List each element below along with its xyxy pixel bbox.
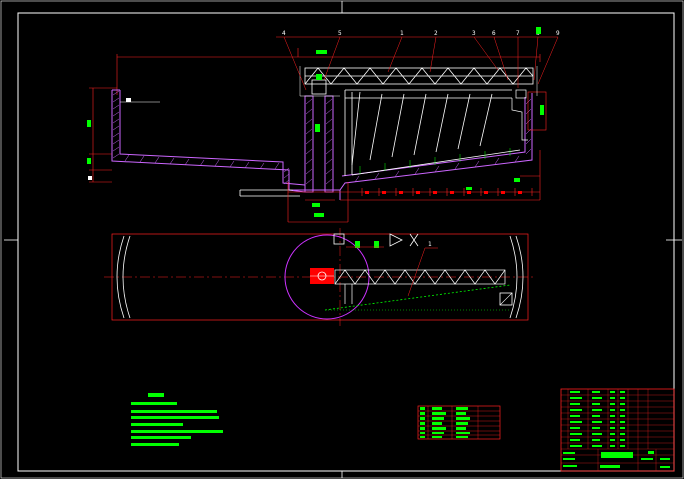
effluent-trough [511, 89, 528, 141]
part-number-1: 1 [400, 30, 404, 37]
part-number-labels: 4 5 1 2 3 6 7 8 9 [282, 30, 560, 37]
part-number-4: 4 [282, 30, 286, 37]
tank-wall-right [339, 93, 533, 191]
bottom-dimension-chain [287, 150, 541, 223]
bottom-dim-ticks [365, 191, 522, 194]
plan-part-label: 1 [428, 241, 432, 248]
scraper-arm [344, 89, 521, 176]
section-view: 4 5 1 2 3 6 7 8 9 [87, 27, 560, 223]
left-dim-marker [88, 176, 92, 180]
plan-bridge [334, 269, 506, 304]
tank-wall-left-hatch [112, 90, 290, 185]
bottom-dim-text-1 [312, 203, 320, 207]
part-number-2: 2 [434, 30, 438, 37]
sheet-border [0, 0, 684, 479]
trough-annotation-text [540, 105, 544, 115]
center-column-label [315, 124, 320, 132]
right-dim-text [514, 178, 520, 182]
title-block [560, 388, 675, 472]
plan-scraper-diagonal [324, 284, 511, 311]
part-leaders [276, 36, 559, 91]
truss-posts [299, 66, 538, 97]
part-number-6: 6 [492, 30, 496, 37]
notes-line-4 [131, 423, 183, 426]
part-number-9: 9 [556, 30, 560, 37]
notes-line-5 [131, 430, 223, 433]
center-column-hatch [305, 98, 333, 185]
notes-line-1 [131, 402, 177, 405]
part-number-5: 5 [338, 30, 342, 37]
notes-heading [148, 393, 164, 397]
parts-list-table [417, 405, 501, 440]
drawing-frame [17, 12, 675, 472]
cad-drawing-canvas: 4 5 1 2 3 6 7 8 9 [0, 0, 684, 479]
notes-line-6 [131, 436, 191, 439]
notes-line-7 [131, 443, 179, 446]
overall-dimension-text [316, 50, 327, 54]
left-dim-text-1 [87, 120, 91, 127]
part-number-3: 3 [472, 30, 476, 37]
section-arrow-icon [389, 233, 403, 247]
plan-end-box-diagonal [499, 292, 513, 306]
frame-center-ticks [4, 1, 682, 478]
left-vertical-dimensions [89, 87, 117, 183]
notes-line-3 [131, 416, 219, 419]
plan-center-drive [310, 268, 334, 284]
cross-mark-icon [409, 233, 419, 247]
bottom-dim-text-2 [314, 213, 324, 217]
part-8-highlight [536, 27, 541, 34]
left-dim-text-2 [87, 158, 91, 164]
tank-wall-left [111, 89, 306, 193]
technical-notes [131, 393, 223, 446]
plan-leader-1 [407, 247, 426, 297]
water-level-marker [126, 98, 131, 102]
mid-dim-text [466, 187, 472, 190]
part-number-7: 7 [516, 30, 520, 37]
plan-view: 1 [104, 228, 536, 326]
tank-wall-right-hatch [354, 98, 532, 183]
bridge-truss [304, 67, 534, 85]
notes-line-2 [131, 410, 217, 413]
inlet-pipe [239, 189, 300, 197]
